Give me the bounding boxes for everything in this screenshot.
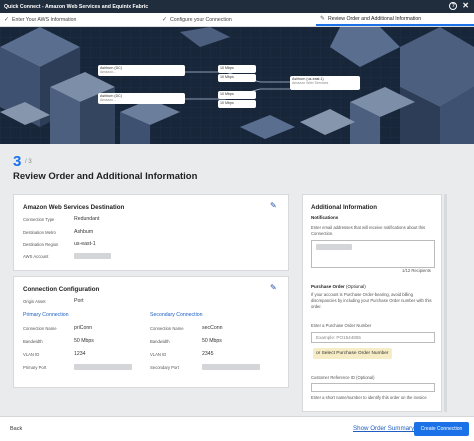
node-title: 10 Mbps	[220, 92, 234, 96]
primary-port-redacted	[74, 364, 132, 370]
step-label: Enter Your AWS Information	[12, 16, 77, 23]
diagram-node-origin-secondary: Ashburn (DC) Amazon...	[98, 93, 185, 104]
kv-value: Redundant	[74, 216, 100, 222]
secondary-connection-title: Secondary Connection	[150, 312, 203, 318]
customer-ref-help: Enter a short name/number to identify th…	[311, 395, 427, 400]
step-number: 3	[13, 153, 22, 170]
kv-label: Bandwidth	[150, 339, 170, 344]
po-help: If your account is Purchase Order-bearin…	[311, 292, 432, 309]
kv-value: us-east-1	[74, 241, 96, 247]
kv-label: Destination Region	[23, 242, 59, 247]
node-sub: Amazon Web Services	[292, 81, 329, 85]
step-label: Configure your Connection	[170, 16, 232, 23]
po-optional: (Optional)	[346, 284, 366, 289]
step-label: Review Order and Additional Information	[328, 15, 422, 22]
check-icon: ✓	[4, 17, 10, 23]
aws-destination-card: Amazon Web Services Destination ✎ Connec…	[13, 194, 289, 271]
kv-label: Connection Name	[23, 326, 57, 331]
kv-value: Port	[74, 298, 84, 304]
window-title: Quick Connect - Amazon Web Services and …	[4, 3, 149, 10]
kv-value: 2345	[202, 351, 214, 357]
email-chip-redacted	[316, 244, 352, 250]
step-total: / 3	[25, 159, 32, 165]
kv-label: VLAN ID	[23, 352, 40, 357]
notifications-label: Notifications	[311, 215, 339, 220]
kv-value: 50 Mbps	[202, 338, 222, 344]
customer-ref-label: Customer Reference ID (Optional)	[311, 375, 375, 380]
diagram-node-destination: Ashburn (us-east-1) Amazon Web Services	[290, 76, 360, 90]
additional-info-panel: Additional Information Notifications Ent…	[302, 194, 442, 412]
window-titlebar: Quick Connect - Amazon Web Services and …	[0, 0, 474, 13]
diagram-bandwidth-2: 10 Mbps	[218, 74, 256, 82]
create-connection-button[interactable]: Create Connection	[414, 422, 469, 436]
node-title: 10 Mbps	[220, 66, 234, 70]
page-title: Review Order and Additional Information	[13, 171, 198, 182]
diagram-background	[0, 27, 474, 144]
primary-connection-title: Primary Connection	[23, 312, 69, 318]
notifications-input[interactable]	[311, 240, 435, 268]
card-title: Connection Configuration	[23, 286, 100, 293]
pencil-icon: ✎	[320, 16, 326, 22]
back-button[interactable]: Back	[10, 426, 22, 432]
kv-label: Destination Metro	[23, 230, 56, 235]
diagram-node-origin-primary: Ashburn (DC) Amazon...	[98, 65, 185, 76]
kv-value: 1234	[74, 351, 86, 357]
select-po-button[interactable]: or Select Purchase Order Number	[313, 348, 392, 359]
check-icon: ✓	[162, 17, 168, 23]
kv-value: secConn	[202, 325, 223, 331]
po-number-input[interactable]: Example: PO1544855	[311, 332, 435, 343]
po-label-text: Purchase Order	[311, 284, 345, 289]
main-content: 3 / 3 Review Order and Additional Inform…	[0, 144, 474, 416]
kv-label: Secondary Port	[150, 365, 179, 370]
customer-ref-input[interactable]	[311, 383, 435, 392]
node-sub: Amazon...	[100, 70, 117, 74]
kv-label: Primary Port	[23, 365, 47, 370]
footer: Back Show Order Summary Create Connectio…	[0, 416, 474, 441]
close-icon[interactable]: ✕	[462, 2, 469, 10]
stepper: ✓ Enter Your AWS Information ✓ Configure…	[0, 13, 474, 27]
notifications-help: Enter email addresses that will receive …	[311, 225, 426, 236]
kv-label: AWS Account	[23, 254, 49, 259]
card-title: Amazon Web Services Destination	[23, 204, 125, 211]
kv-value: 50 Mbps	[74, 338, 94, 344]
kv-label: Bandwidth	[23, 339, 43, 344]
show-order-summary-link[interactable]: Show Order Summary	[353, 425, 414, 432]
step-review[interactable]: ✎ Review Order and Additional Informatio…	[316, 13, 474, 26]
connection-config-card: Connection Configuration ✎ Origin Asset …	[13, 276, 289, 388]
po-input-label: Enter a Purchase Order Number	[311, 323, 372, 328]
question-icon[interactable]: ?	[449, 2, 458, 10]
kv-label: Origin Asset	[23, 299, 46, 304]
edit-icon[interactable]: ✎	[270, 283, 277, 292]
po-label: Purchase Order (Optional)	[311, 284, 366, 289]
diagram-bandwidth-3: 10 Mbps	[218, 91, 256, 99]
kv-label: VLAN ID	[150, 352, 167, 357]
connection-diagram: Ashburn (DC) Amazon... Ashburn (DC) Amaz…	[0, 27, 474, 144]
node-sub: Amazon...	[100, 98, 117, 102]
node-title: 10 Mbps	[220, 75, 234, 79]
recipients-count: 1/12 Recipients	[402, 268, 431, 273]
step-aws-info[interactable]: ✓ Enter Your AWS Information	[0, 13, 158, 26]
node-title: 10 Mbps	[220, 101, 234, 105]
kv-value: Ashburn	[74, 229, 94, 235]
card-title: Additional Information	[311, 204, 377, 211]
diagram-bandwidth-4: 10 Mbps	[218, 100, 256, 108]
aws-account-redacted	[74, 253, 111, 259]
edit-icon[interactable]: ✎	[270, 201, 277, 210]
step-configure[interactable]: ✓ Configure your Connection	[158, 13, 316, 26]
kv-label: Connection Name	[150, 326, 184, 331]
diagram-bandwidth-1: 10 Mbps	[218, 65, 256, 73]
secondary-port-redacted	[202, 364, 260, 370]
scrollbar[interactable]	[444, 194, 447, 412]
kv-value: priConn	[74, 325, 93, 331]
kv-label: Connection Type	[23, 217, 55, 222]
